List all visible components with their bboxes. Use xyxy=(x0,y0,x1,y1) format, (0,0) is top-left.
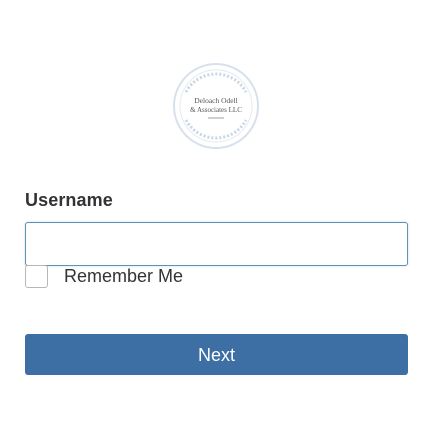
login-page: Deloach Odell & Associates LLC Username … xyxy=(0,0,433,446)
logo-seal-icon: Deloach Odell & Associates LLC xyxy=(173,63,259,149)
remember-me-row[interactable]: Remember Me xyxy=(25,263,183,289)
remember-me-checkbox[interactable] xyxy=(25,264,48,288)
company-logo: Deloach Odell & Associates LLC xyxy=(172,62,260,150)
svg-text:Deloach Odell: Deloach Odell xyxy=(194,96,238,105)
next-button[interactable]: Next xyxy=(25,334,408,375)
remember-me-label[interactable]: Remember Me xyxy=(64,266,183,287)
svg-text:& Associates LLC: & Associates LLC xyxy=(190,106,242,114)
page-bottom-strip xyxy=(0,432,433,446)
username-label: Username xyxy=(25,190,113,210)
username-input[interactable] xyxy=(25,222,408,266)
